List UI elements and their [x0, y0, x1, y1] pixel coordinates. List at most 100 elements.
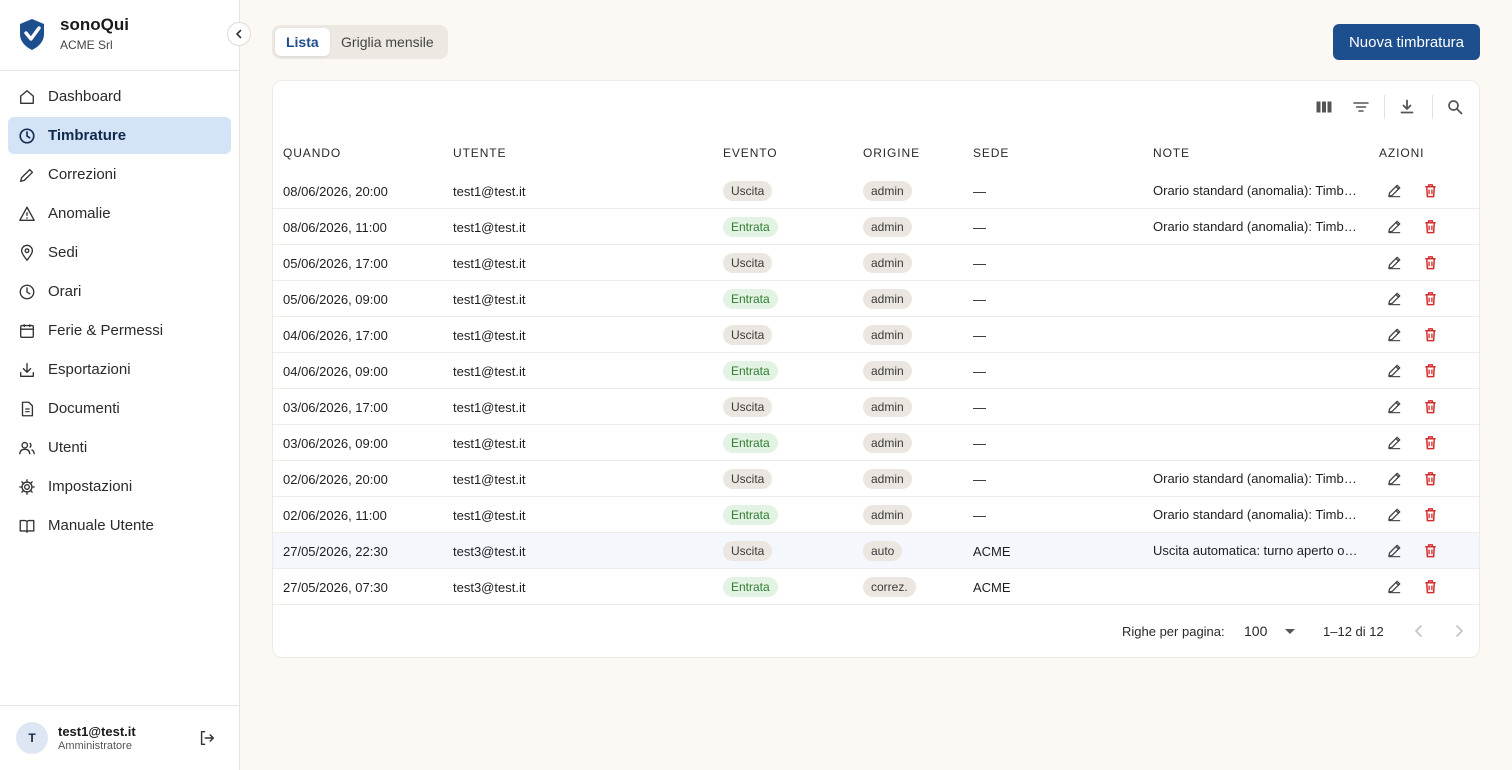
tab-griglia-mensile[interactable]: Griglia mensile: [330, 28, 445, 56]
edit-icon[interactable]: [1386, 506, 1403, 523]
chevron-left-icon[interactable]: [1410, 622, 1428, 640]
event-chip: Uscita: [723, 325, 773, 345]
edit-icon[interactable]: [1386, 434, 1403, 451]
sidebar-item-anomalie[interactable]: Anomalie: [8, 195, 231, 232]
column-header-evento[interactable]: EVENTO: [723, 146, 778, 160]
new-timbratura-button[interactable]: Nuova timbratura: [1333, 24, 1480, 60]
column-header-quando[interactable]: QUANDO: [283, 146, 341, 160]
cell-note: [1153, 569, 1359, 605]
table-row[interactable]: 05/06/2026, 09:00 test1@test.it Entrata adm…: [273, 281, 1479, 317]
sidebar-item-utenti[interactable]: Utenti: [8, 429, 231, 466]
sidebar-item-label: Impostazioni: [48, 478, 133, 495]
search-icon[interactable]: [1446, 98, 1464, 116]
avatar[interactable]: T: [16, 722, 48, 754]
rows-per-page-select[interactable]: 100: [1244, 623, 1267, 639]
cell-origine: admin: [863, 389, 912, 425]
table-row[interactable]: 04/06/2026, 09:00 test1@test.it Entrata adm…: [273, 353, 1479, 389]
sidebar-item-label: Manuale Utente: [48, 517, 154, 534]
origin-chip: admin: [863, 469, 912, 489]
edit-icon[interactable]: [1386, 182, 1403, 199]
location-pin-icon: [20, 244, 34, 261]
tab-lista[interactable]: Lista: [275, 28, 330, 56]
delete-icon[interactable]: [1422, 290, 1439, 307]
cell-note: Uscita automatica: turno aperto oltre: [1153, 533, 1359, 569]
logout-icon[interactable]: [198, 729, 216, 747]
download-icon[interactable]: [1398, 98, 1416, 116]
column-header-origine[interactable]: ORIGINE: [863, 146, 920, 160]
delete-icon[interactable]: [1422, 182, 1439, 199]
table-row[interactable]: 27/05/2026, 22:30 test3@test.it Uscita auto…: [273, 533, 1479, 569]
origin-chip: correz.: [863, 577, 916, 597]
table-row[interactable]: 03/06/2026, 17:00 test1@test.it Uscita admi…: [273, 389, 1479, 425]
event-chip: Uscita: [723, 541, 773, 561]
sidebar-item-dashboard[interactable]: Dashboard: [8, 78, 231, 115]
edit-icon[interactable]: [1386, 218, 1403, 235]
sidebar-nav: Dashboard Timbrature Correzioni Anomalie…: [8, 78, 231, 546]
sidebar-item-timbrature[interactable]: Timbrature: [8, 117, 231, 154]
cell-quando: 27/05/2026, 07:30: [283, 579, 388, 595]
delete-icon[interactable]: [1422, 578, 1439, 595]
sidebar-item-esportazioni[interactable]: Esportazioni: [8, 351, 231, 388]
cell-quando: 05/06/2026, 09:00: [283, 291, 388, 307]
columns-icon[interactable]: [1315, 98, 1333, 116]
cell-sede: —: [973, 327, 986, 343]
caret-down-icon[interactable]: [1285, 629, 1295, 635]
sidebar-item-orari[interactable]: Orari: [8, 273, 231, 310]
delete-icon[interactable]: [1422, 326, 1439, 343]
brand-header: sonoQui ACME Srl: [0, 0, 239, 71]
delete-icon[interactable]: [1422, 434, 1439, 451]
delete-icon[interactable]: [1422, 362, 1439, 379]
event-chip: Entrata: [723, 577, 778, 597]
edit-icon[interactable]: [1386, 290, 1403, 307]
table-row[interactable]: 04/06/2026, 17:00 test1@test.it Uscita admi…: [273, 317, 1479, 353]
filter-icon[interactable]: [1352, 98, 1370, 116]
brand-name: sonoQui: [60, 15, 129, 34]
sidebar-item-correzioni[interactable]: Correzioni: [8, 156, 231, 193]
edit-icon[interactable]: [1386, 578, 1403, 595]
table-row[interactable]: 08/06/2026, 11:00 test1@test.it Entrata adm…: [273, 209, 1479, 245]
edit-icon[interactable]: [1386, 470, 1403, 487]
delete-icon[interactable]: [1422, 470, 1439, 487]
note-text: Uscita automatica: turno aperto oltre: [1153, 543, 1359, 558]
cell-quando: 05/06/2026, 17:00: [283, 255, 388, 271]
delete-icon[interactable]: [1422, 398, 1439, 415]
cell-utente: test1@test.it: [453, 327, 526, 343]
sidebar-item-manuale-utente[interactable]: Manuale Utente: [8, 507, 231, 544]
sidebar-item-sedi[interactable]: Sedi: [8, 234, 231, 271]
edit-icon[interactable]: [1386, 398, 1403, 415]
sidebar-item-impostazioni[interactable]: Impostazioni: [8, 468, 231, 505]
table-row[interactable]: 02/06/2026, 11:00 test1@test.it Entrata adm…: [273, 497, 1479, 533]
column-header-note[interactable]: NOTE: [1153, 146, 1190, 160]
delete-icon[interactable]: [1422, 218, 1439, 235]
note-text: Orario standard (anomalia): Timbratura: [1153, 471, 1359, 486]
collapse-sidebar-button[interactable]: [227, 22, 251, 46]
event-chip: Entrata: [723, 289, 778, 309]
edit-icon[interactable]: [1386, 326, 1403, 343]
edit-icon[interactable]: [1386, 542, 1403, 559]
table-row[interactable]: 27/05/2026, 07:30 test3@test.it Entrata cor…: [273, 569, 1479, 605]
column-header-azioni: AZIONI: [1379, 146, 1425, 160]
table-row[interactable]: 05/06/2026, 17:00 test1@test.it Uscita admi…: [273, 245, 1479, 281]
cell-quando: 04/06/2026, 17:00: [283, 327, 388, 343]
delete-icon[interactable]: [1422, 506, 1439, 523]
table-row[interactable]: 02/06/2026, 20:00 test1@test.it Uscita admi…: [273, 461, 1479, 497]
sidebar-item-ferie-permessi[interactable]: Ferie & Permessi: [8, 312, 231, 349]
column-header-utente[interactable]: UTENTE: [453, 146, 506, 160]
sidebar-item-label: Orari: [48, 283, 82, 300]
edit-icon[interactable]: [1386, 254, 1403, 271]
chevron-right-icon[interactable]: [1450, 622, 1468, 640]
sidebar-item-label: Utenti: [48, 439, 88, 456]
cell-note: [1153, 353, 1359, 389]
pagination-range: 1–12 di 12: [1323, 624, 1384, 639]
cell-quando: 03/06/2026, 17:00: [283, 399, 388, 415]
delete-icon[interactable]: [1422, 542, 1439, 559]
edit-icon[interactable]: [1386, 362, 1403, 379]
column-header-sede[interactable]: SEDE: [973, 146, 1009, 160]
view-toggle: Lista Griglia mensile: [272, 25, 448, 59]
rows-per-page-label: Righe per pagina:: [1122, 624, 1225, 639]
delete-icon[interactable]: [1422, 254, 1439, 271]
sidebar-item-documenti[interactable]: Documenti: [8, 390, 231, 427]
table-row[interactable]: 08/06/2026, 20:00 test1@test.it Uscita admi…: [273, 173, 1479, 209]
table-row[interactable]: 03/06/2026, 09:00 test1@test.it Entrata adm…: [273, 425, 1479, 461]
cell-utente: test1@test.it: [453, 363, 526, 379]
